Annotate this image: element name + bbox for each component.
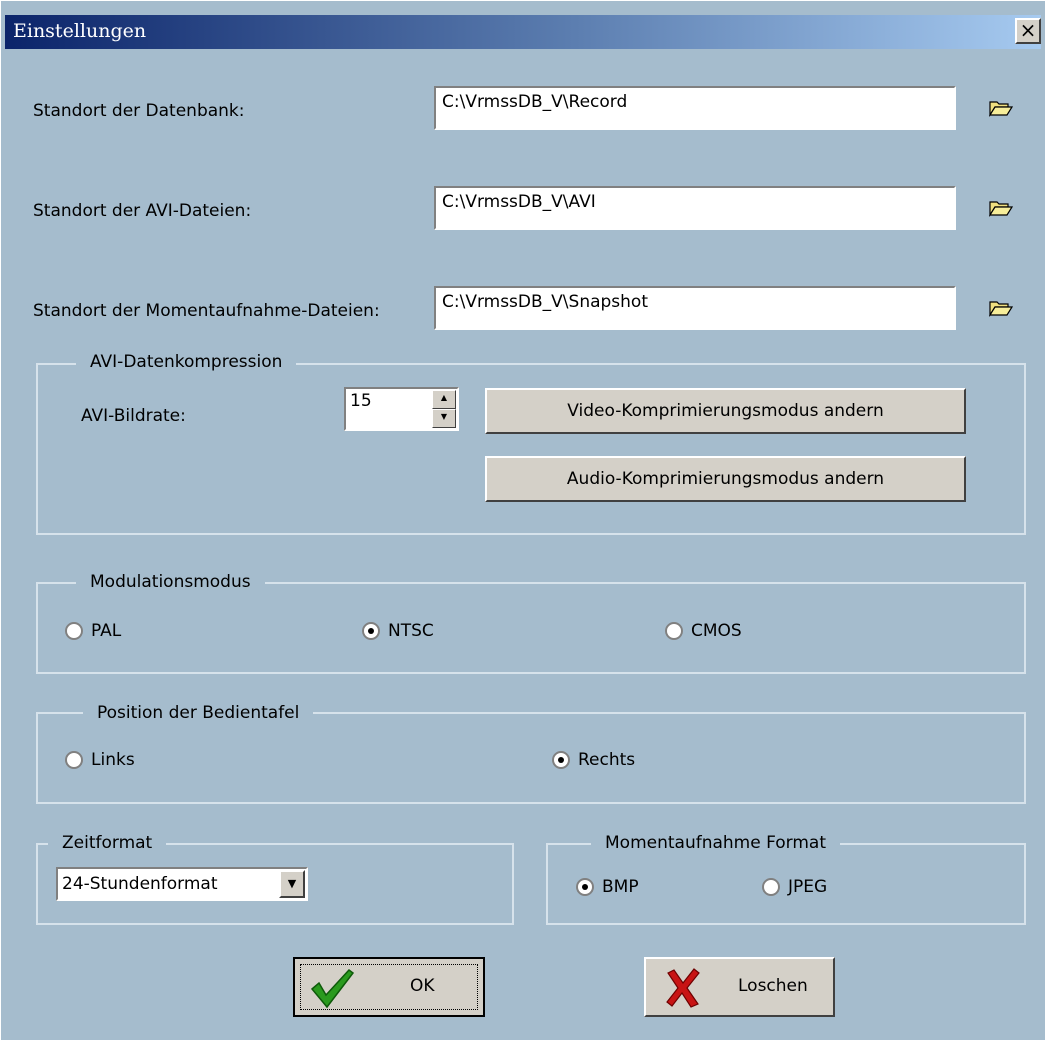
folder-open-icon[interactable] bbox=[989, 99, 1013, 117]
panel-position-group bbox=[36, 712, 1026, 804]
red-x-icon bbox=[666, 968, 700, 1008]
chevron-down-icon[interactable]: ▼ bbox=[279, 870, 305, 898]
folder-open-icon[interactable] bbox=[989, 299, 1013, 317]
radio-ntsc-label: NTSC bbox=[388, 621, 434, 641]
radio-pal[interactable] bbox=[65, 622, 83, 640]
db-path-label: Standort der Datenbank: bbox=[33, 101, 245, 121]
modulation-title: Modulationsmodus bbox=[76, 572, 265, 592]
radio-jpeg-label: JPEG bbox=[788, 877, 828, 897]
audio-compression-button[interactable]: Audio-Komprimierungsmodus andern bbox=[485, 456, 966, 502]
avi-framerate-label: AVI-Bildrate: bbox=[81, 406, 186, 426]
avi-compression-title: AVI-Datenkompression bbox=[76, 352, 297, 372]
radio-rechts-label: Rechts bbox=[578, 750, 636, 770]
folder-open-icon[interactable] bbox=[989, 199, 1013, 217]
radio-bmp[interactable] bbox=[576, 878, 594, 896]
time-format-value: 24-Stundenformat bbox=[62, 874, 218, 894]
avi-path-input[interactable]: C:\VrmssDB_V\AVI bbox=[434, 186, 956, 230]
close-icon: × bbox=[1019, 18, 1037, 42]
window-title: Einstellungen bbox=[13, 20, 147, 42]
radio-jpeg[interactable] bbox=[762, 878, 780, 896]
settings-dialog: Einstellungen × Standort der Datenbank: … bbox=[0, 0, 1045, 1040]
radio-cmos-label: CMOS bbox=[691, 621, 742, 641]
radio-links-label: Links bbox=[91, 750, 135, 770]
radio-bmp-label: BMP bbox=[602, 877, 639, 897]
video-compression-button[interactable]: Video-Komprimierungsmodus andern bbox=[485, 388, 966, 434]
radio-pal-label: PAL bbox=[91, 621, 122, 641]
panel-position-title: Position der Bedientafel bbox=[83, 703, 314, 723]
spin-down-button[interactable]: ▼ bbox=[432, 409, 456, 428]
radio-ntsc[interactable] bbox=[362, 622, 380, 640]
ok-button-label: OK bbox=[410, 976, 435, 996]
checkmark-icon bbox=[310, 968, 355, 1009]
cancel-button[interactable]: Loschen bbox=[644, 957, 835, 1017]
spin-up-button[interactable]: ▲ bbox=[432, 390, 456, 409]
db-path-input[interactable]: C:\VrmssDB_V\Record bbox=[434, 86, 956, 130]
snapshot-path-input[interactable]: C:\VrmssDB_V\Snapshot bbox=[434, 286, 956, 330]
radio-links[interactable] bbox=[65, 751, 83, 769]
close-button[interactable]: × bbox=[1015, 18, 1041, 44]
title-bar[interactable]: Einstellungen × bbox=[5, 15, 1041, 49]
avi-path-label: Standort der AVI-Dateien: bbox=[33, 201, 252, 221]
ok-button[interactable]: OK bbox=[293, 957, 485, 1017]
time-format-select[interactable]: 24-Stundenformat ▼ bbox=[56, 867, 308, 901]
time-format-title: Zeitformat bbox=[48, 833, 167, 853]
radio-cmos[interactable] bbox=[665, 622, 683, 640]
modulation-group bbox=[36, 582, 1026, 674]
snapshot-format-title: Momentaufnahme Format bbox=[591, 833, 840, 853]
radio-rechts[interactable] bbox=[552, 751, 570, 769]
cancel-button-label: Loschen bbox=[738, 976, 808, 996]
snapshot-path-label: Standort der Momentaufnahme-Dateien: bbox=[33, 301, 380, 321]
